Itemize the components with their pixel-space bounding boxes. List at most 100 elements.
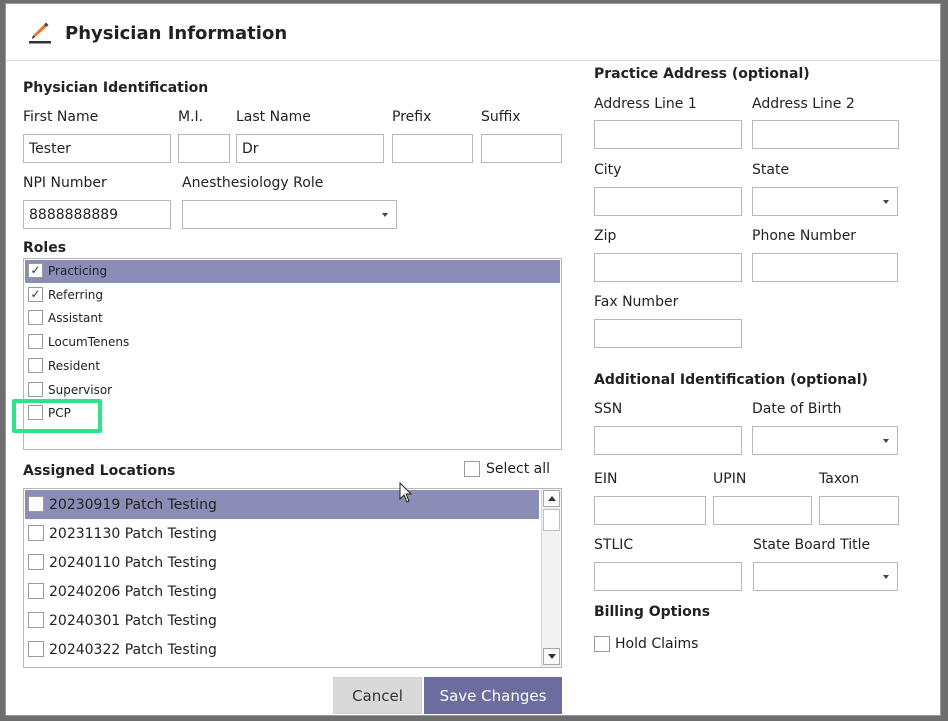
role-item-practicing[interactable]: ✓ Practicing [25, 260, 560, 283]
address-line-2-label: Address Line 2 [752, 96, 855, 112]
physician-identification-heading: Physician Identification [23, 80, 209, 96]
location-checkbox[interactable] [28, 554, 44, 570]
assigned-locations-heading: Assigned Locations [23, 463, 176, 479]
scroll-thumb[interactable] [543, 509, 560, 531]
role-checkbox-resident[interactable] [28, 358, 43, 373]
chevron-down-icon [883, 439, 889, 443]
pencil-icon [29, 22, 51, 44]
role-item-supervisor[interactable]: Supervisor [25, 379, 560, 402]
role-item-referring[interactable]: ✓ Referring [25, 284, 560, 307]
location-checkbox[interactable] [28, 583, 44, 599]
upin-label: UPIN [713, 471, 747, 487]
save-changes-button[interactable]: Save Changes [424, 677, 562, 714]
prefix-input[interactable] [392, 134, 473, 163]
anesthesiology-role-label: Anesthesiology Role [182, 175, 324, 191]
phone-number-label: Phone Number [752, 228, 857, 244]
npi-input[interactable] [23, 200, 171, 229]
arrow-down-icon [548, 654, 556, 659]
chevron-down-icon [883, 575, 889, 579]
ssn-label: SSN [594, 401, 623, 417]
upin-input[interactable] [713, 496, 812, 525]
state-board-title-select[interactable] [753, 562, 898, 591]
location-checkbox[interactable] [28, 496, 44, 512]
date-of-birth-label: Date of Birth [752, 401, 842, 417]
first-name-input[interactable] [23, 134, 171, 163]
taxon-label: Taxon [819, 471, 860, 487]
first-name-label: First Name [23, 109, 99, 125]
phone-number-input[interactable] [752, 253, 898, 282]
last-name-label: Last Name [236, 109, 311, 125]
additional-identification-heading: Additional Identification (optional) [594, 372, 868, 388]
select-all-box[interactable] [464, 461, 480, 477]
role-checkbox-assistant[interactable] [28, 310, 43, 325]
state-select[interactable] [752, 187, 898, 216]
scroll-up-button[interactable] [543, 490, 560, 507]
anesthesiology-role-select[interactable] [182, 200, 397, 229]
date-of-birth-picker[interactable] [752, 426, 898, 455]
scroll-down-button[interactable] [543, 648, 560, 665]
location-label: 20230919 Patch Testing [49, 497, 217, 513]
cancel-button[interactable]: Cancel [333, 677, 422, 714]
role-label: Referring [48, 288, 104, 302]
billing-options-heading: Billing Options [594, 604, 711, 620]
state-label: State [752, 162, 790, 178]
location-item[interactable]: 20240301 Patch Testing [25, 606, 539, 635]
location-label: 20240301 Patch Testing [49, 613, 217, 629]
arrow-up-icon [548, 496, 556, 501]
role-label: Assistant [48, 311, 103, 325]
mi-label: M.I. [178, 109, 204, 125]
locations-scrollbar[interactable] [541, 489, 561, 667]
location-item[interactable]: 20231130 Patch Testing [25, 519, 539, 548]
ein-input[interactable] [594, 496, 706, 525]
location-checkbox[interactable] [28, 525, 44, 541]
zip-input[interactable] [594, 253, 742, 282]
ein-label: EIN [594, 471, 618, 487]
role-checkbox-referring[interactable]: ✓ [28, 287, 43, 302]
location-item[interactable]: 20240206 Patch Testing [25, 577, 539, 606]
location-item[interactable]: 20240110 Patch Testing [25, 548, 539, 577]
location-checkbox[interactable] [28, 641, 44, 657]
roles-list: ✓ Practicing ✓ Referring Assistant Locum… [23, 258, 562, 450]
stlic-label: STLIC [594, 537, 634, 553]
taxon-input[interactable] [819, 496, 899, 525]
fax-number-input[interactable] [594, 319, 742, 348]
roles-heading: Roles [23, 240, 67, 256]
city-input[interactable] [594, 187, 742, 216]
role-checkbox-supervisor[interactable] [28, 382, 43, 397]
location-item[interactable]: 20230919 Patch Testing [25, 490, 539, 519]
suffix-label: Suffix [481, 109, 521, 125]
last-name-input[interactable] [236, 134, 384, 163]
location-item[interactable]: 20240322 Patch Testing [25, 635, 539, 664]
role-checkbox-locumtenens[interactable] [28, 334, 43, 349]
role-label: Supervisor [48, 383, 113, 397]
role-label: Resident [48, 359, 101, 373]
npi-label: NPI Number [23, 175, 107, 191]
city-label: City [594, 162, 622, 178]
chevron-down-icon [382, 213, 388, 217]
role-item-pcp[interactable]: PCP [25, 402, 560, 425]
pcp-highlight-box [12, 399, 102, 433]
zip-label: Zip [594, 228, 617, 244]
role-label: LocumTenens [48, 335, 130, 349]
role-checkbox-practicing[interactable]: ✓ [28, 263, 43, 278]
location-label: 20240322 Patch Testing [49, 642, 217, 658]
fax-number-label: Fax Number [594, 294, 679, 310]
ssn-input[interactable] [594, 426, 742, 455]
address-line-2-input[interactable] [752, 120, 899, 149]
state-board-title-label: State Board Title [753, 537, 871, 553]
practice-address-heading: Practice Address (optional) [594, 66, 810, 82]
prefix-label: Prefix [392, 109, 432, 125]
role-item-locumtenens[interactable]: LocumTenens [25, 331, 560, 354]
role-item-resident[interactable]: Resident [25, 355, 560, 378]
mi-input[interactable] [178, 134, 230, 163]
hold-claims-box[interactable] [594, 636, 610, 652]
location-checkbox[interactable] [28, 612, 44, 628]
dialog-title: Physician Information [65, 23, 288, 44]
suffix-input[interactable] [481, 134, 562, 163]
role-item-assistant[interactable]: Assistant [25, 307, 560, 330]
stlic-input[interactable] [594, 562, 742, 591]
location-label: 20231130 Patch Testing [49, 526, 217, 542]
address-line-1-input[interactable] [594, 120, 742, 149]
dialog-title-bar: Physician Information [6, 4, 940, 61]
location-label: 20240110 Patch Testing [49, 555, 217, 571]
